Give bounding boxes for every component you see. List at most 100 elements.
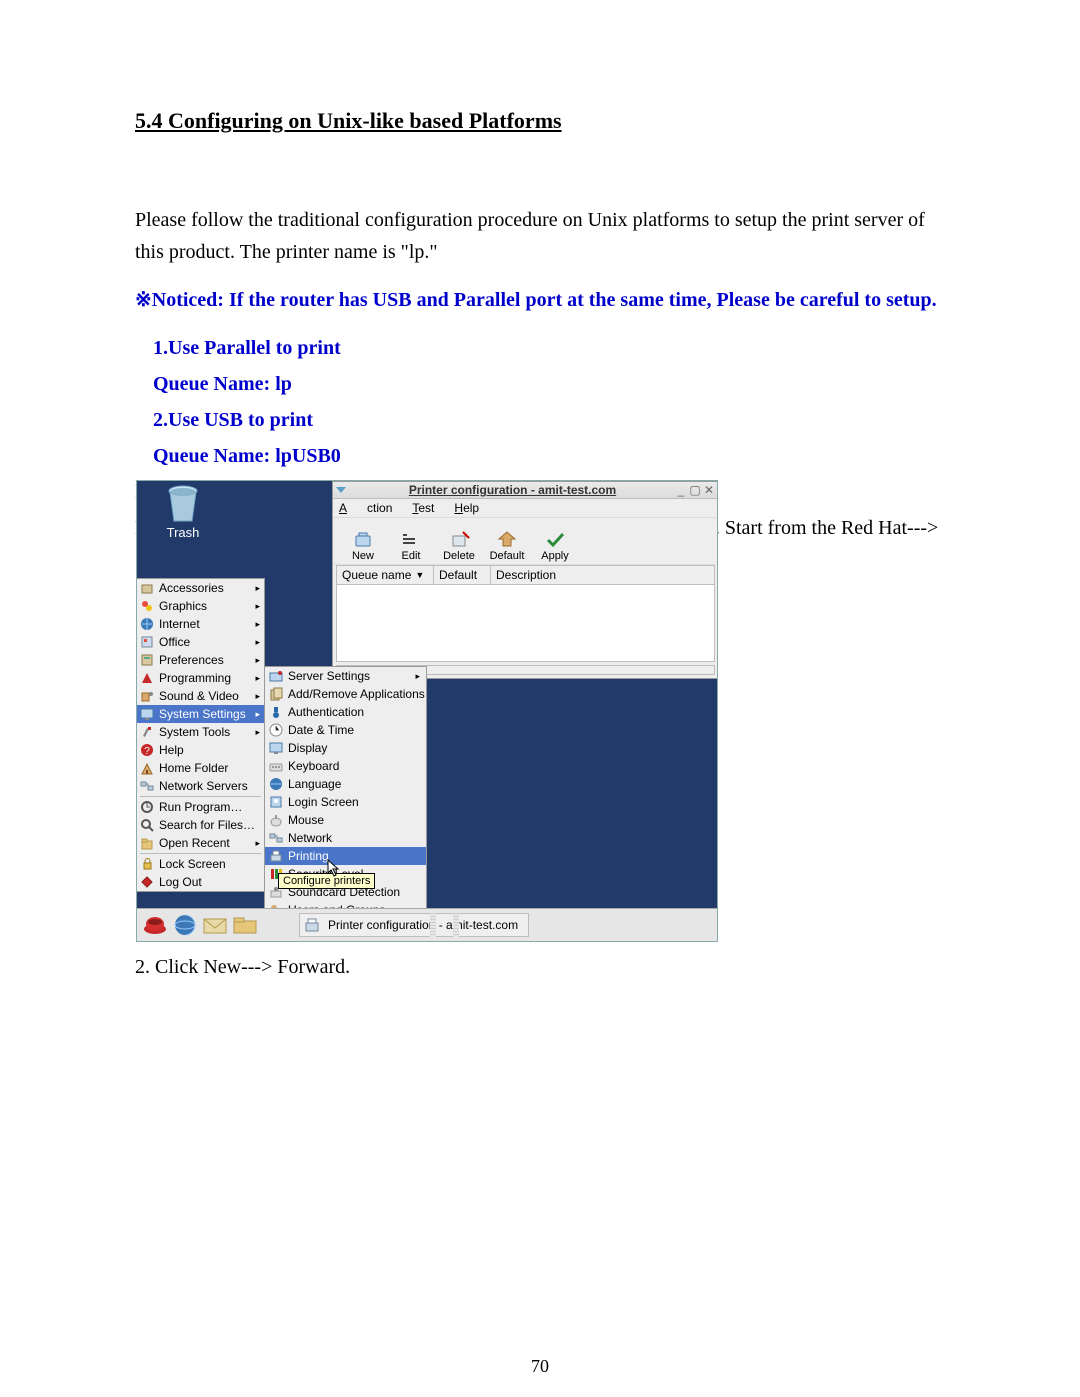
- submenu-item-keyboard[interactable]: Keyboard: [265, 757, 426, 775]
- col-default[interactable]: Default: [434, 566, 491, 584]
- submenu-item-language[interactable]: Language: [265, 775, 426, 793]
- submenu-item-add-remove-applications[interactable]: Add/Remove Applications: [265, 685, 426, 703]
- toolbar-delete[interactable]: Delete: [435, 528, 483, 562]
- submenu-item-icon: [269, 759, 283, 773]
- submenu-item-icon: [269, 723, 283, 737]
- submenu-item-network[interactable]: Network: [265, 829, 426, 847]
- submenu-item-icon: [269, 687, 283, 701]
- tooltip-configure-printers: Configure printers: [278, 873, 375, 889]
- menu-item-network-servers[interactable]: Network Servers: [137, 777, 264, 795]
- menu-item-label: System Tools: [159, 725, 230, 739]
- submenu-item-label: Keyboard: [288, 759, 339, 773]
- submenu-item-icon: [269, 669, 283, 683]
- menu-item-lock-screen[interactable]: Lock Screen: [137, 855, 264, 873]
- menu-item-internet[interactable]: Internet▸: [137, 615, 264, 633]
- minimize-button[interactable]: _: [674, 483, 688, 497]
- toolbar-default[interactable]: Default: [483, 528, 531, 562]
- list-column-headers[interactable]: Queue name▼ Default Description: [336, 565, 715, 585]
- submenu-arrow-icon: ▸: [255, 673, 260, 684]
- submenu-item-icon: [269, 705, 283, 719]
- menu-item-icon: [140, 875, 154, 889]
- menu-item-icon: ?: [140, 743, 154, 757]
- window-menubar[interactable]: Action Test Help: [333, 499, 718, 518]
- menu-item-preferences[interactable]: Preferences▸: [137, 651, 264, 669]
- menu-test[interactable]: Test: [412, 501, 434, 515]
- menu-item-icon: [140, 857, 154, 871]
- menu-item-help[interactable]: ? Help: [137, 741, 264, 759]
- col-description[interactable]: Description: [491, 566, 714, 584]
- page-number: 70: [0, 1356, 1080, 1377]
- screenshot-redhat-desktop: Trash Printer configuration - amit-test.…: [136, 480, 718, 942]
- menu-item-label: Accessories: [159, 581, 224, 595]
- menu-item-graphics[interactable]: Graphics▸: [137, 597, 264, 615]
- submenu-item-date-time[interactable]: Date & Time: [265, 721, 426, 739]
- submenu-arrow-icon: ▸: [255, 727, 260, 738]
- notice-item-2: 2.Use USB to print: [135, 404, 945, 436]
- close-button[interactable]: ✕: [702, 483, 716, 497]
- panel-grip[interactable]: [453, 913, 459, 937]
- menu-item-system-tools[interactable]: System Tools ▸: [137, 723, 264, 741]
- menu-item-sound-video[interactable]: Sound & Video▸: [137, 687, 264, 705]
- window-menu-icon[interactable]: [335, 484, 347, 496]
- menu-item-icon: [140, 689, 154, 703]
- submenu-item-label: Display: [288, 741, 327, 755]
- submenu-arrow-icon: ▸: [255, 637, 260, 648]
- window-titlebar[interactable]: Printer configuration - amit-test.com _ …: [333, 482, 718, 499]
- toolbar-new[interactable]: New: [339, 528, 387, 562]
- main-menu[interactable]: Accessories▸Graphics▸Internet▸Office▸Pre…: [137, 578, 265, 892]
- dropdown-icon[interactable]: ▼: [415, 570, 424, 580]
- menu-item-label: System Settings: [159, 707, 246, 721]
- submenu-item-icon: [269, 831, 283, 845]
- menu-item-run-program[interactable]: Run Program…: [137, 798, 264, 816]
- menu-item-label: Search for Files…: [159, 818, 255, 832]
- menu-action[interactable]: Action: [339, 501, 392, 515]
- toolbar-edit[interactable]: Edit: [387, 528, 435, 562]
- menu-item-open-recent[interactable]: Open Recent ▸: [137, 834, 264, 852]
- trash-icon: [166, 483, 200, 523]
- submenu-item-server-settings[interactable]: Server Settings▸: [265, 667, 426, 685]
- desktop-trash[interactable]: Trash: [166, 483, 200, 540]
- printer-config-window[interactable]: Printer configuration - amit-test.com _ …: [332, 481, 718, 679]
- menu-item-home-folder[interactable]: Home Folder: [137, 759, 264, 777]
- menu-item-label: Run Program…: [159, 800, 242, 814]
- menu-item-log-out[interactable]: Log Out: [137, 873, 264, 891]
- menu-item-system-settings[interactable]: System Settings▸: [137, 705, 264, 723]
- menu-item-label: Sound & Video: [159, 689, 239, 703]
- taskbar[interactable]: Printer configuration - amit-test.com: [137, 908, 717, 941]
- menu-item-accessories[interactable]: Accessories▸: [137, 579, 264, 597]
- window-toolbar: New Edit Delete Default Apply: [333, 518, 718, 565]
- panel-grip[interactable]: [430, 913, 436, 937]
- mail-icon[interactable]: [203, 913, 227, 937]
- submenu-item-mouse[interactable]: Mouse: [265, 811, 426, 829]
- window-title: Printer configuration - amit-test.com: [351, 483, 674, 497]
- menu-item-office[interactable]: Office▸: [137, 633, 264, 651]
- col-queue-name[interactable]: Queue name▼: [337, 566, 434, 584]
- menu-item-programming[interactable]: Programming▸: [137, 669, 264, 687]
- submenu-item-label: Printing: [288, 849, 329, 863]
- web-browser-icon[interactable]: [173, 913, 197, 937]
- step-2-text: 2. Click New---> Forward.: [135, 956, 350, 979]
- notice-item-1: 1.Use Parallel to print: [135, 332, 945, 364]
- menu-item-label: Log Out: [159, 875, 202, 889]
- submenu-item-login-screen[interactable]: Login Screen: [265, 793, 426, 811]
- redhat-menu-icon[interactable]: [143, 913, 167, 937]
- folder-icon[interactable]: [233, 913, 257, 937]
- menu-item-label: Help: [159, 743, 184, 757]
- printer-list-area[interactable]: [336, 585, 715, 662]
- submenu-item-authentication[interactable]: Authentication: [265, 703, 426, 721]
- queue-name-1: Queue Name: lp: [135, 368, 945, 400]
- menu-item-icon: [140, 581, 154, 595]
- menu-help[interactable]: Help: [454, 501, 479, 515]
- menu-item-icon: [140, 671, 154, 685]
- submenu-item-label: Add/Remove Applications: [288, 687, 425, 701]
- maximize-button[interactable]: ▢: [688, 483, 702, 497]
- menu-item-search-for-files[interactable]: Search for Files…: [137, 816, 264, 834]
- submenu-item-printing[interactable]: Printing: [265, 847, 426, 865]
- toolbar-apply[interactable]: Apply: [531, 528, 579, 562]
- menu-item-label: Open Recent: [159, 836, 230, 850]
- submenu-item-display[interactable]: Display: [265, 739, 426, 757]
- taskbar-task-printer-config[interactable]: Printer configuration - amit-test.com: [299, 913, 529, 937]
- submenu-arrow-icon: ▸: [255, 838, 260, 849]
- menu-item-icon: [140, 836, 154, 850]
- svg-text:?: ?: [144, 746, 150, 757]
